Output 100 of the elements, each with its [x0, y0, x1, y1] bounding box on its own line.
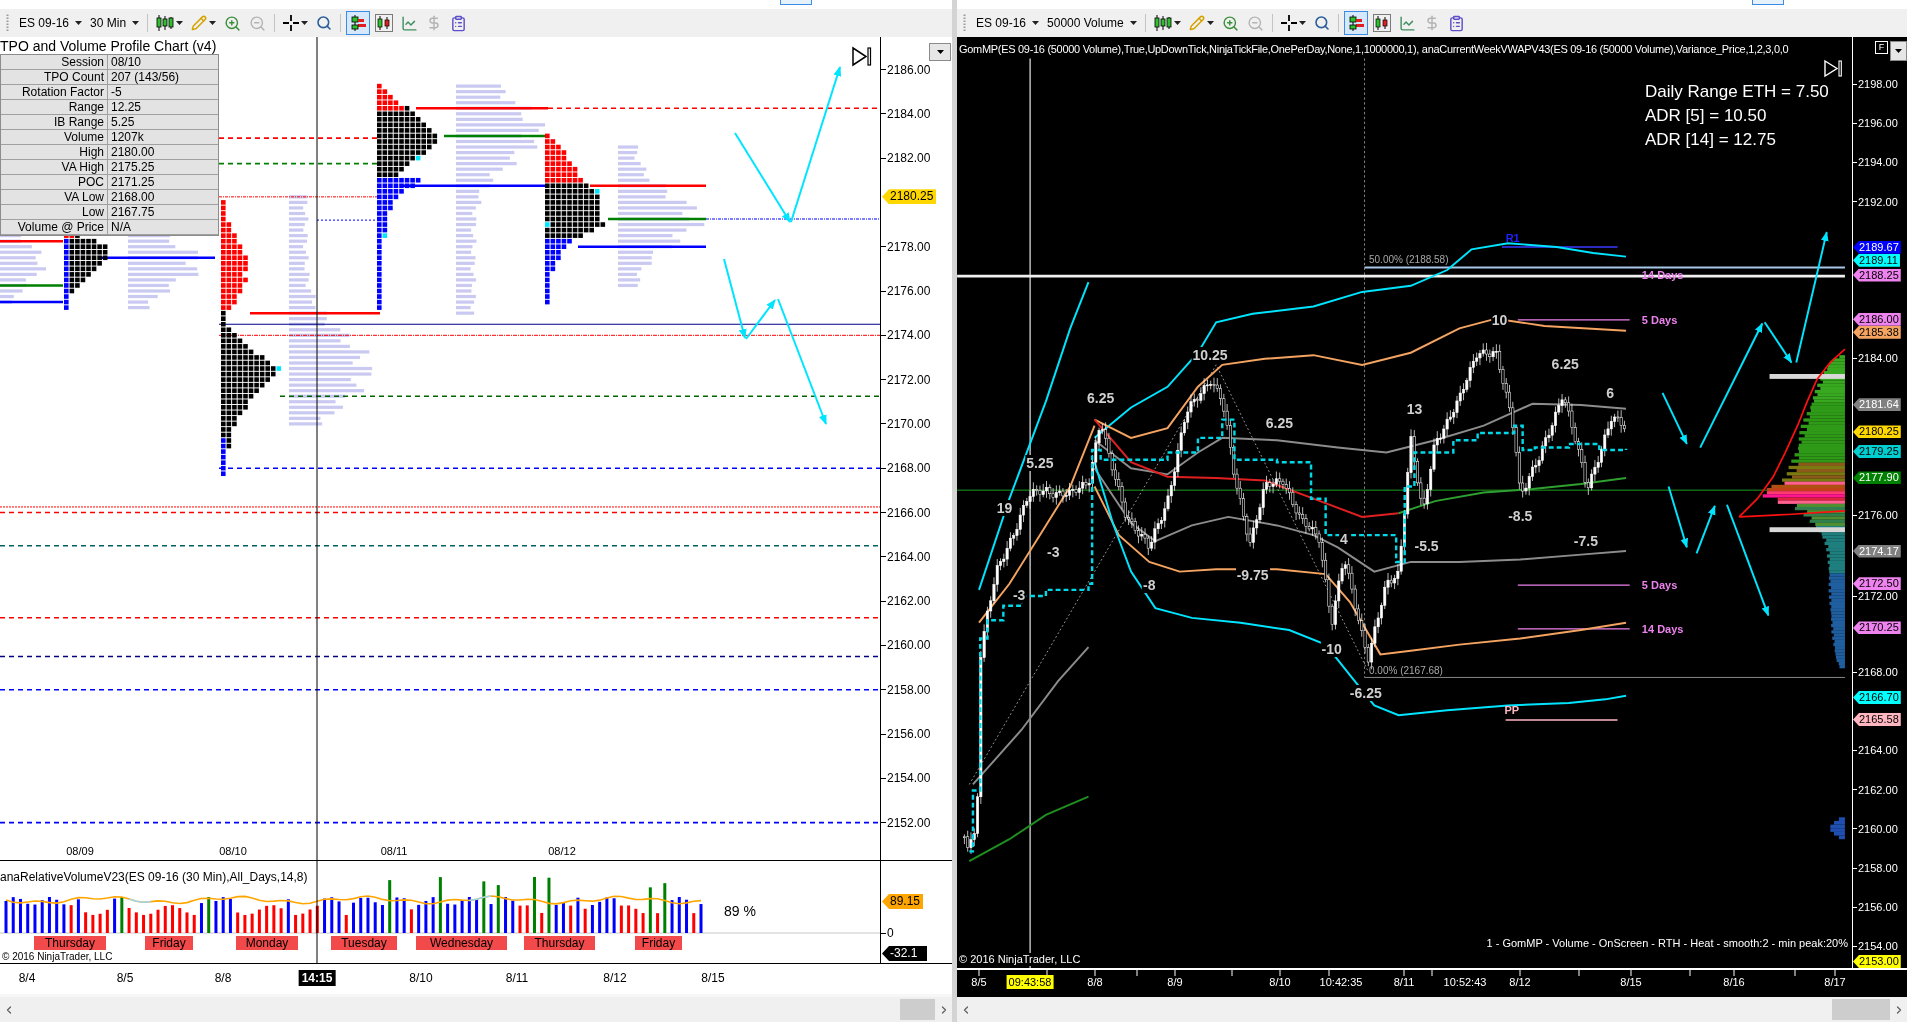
dropdown-button[interactable]	[1890, 41, 1907, 61]
clipboard-icon	[450, 14, 468, 32]
interval-dropdown[interactable]: 50000 Volume	[1044, 12, 1140, 34]
dropdown-button[interactable]	[929, 43, 951, 61]
value-tag: 89.15	[882, 894, 924, 909]
price-tag: 2188.25	[1853, 268, 1901, 282]
price-label: 2172.00	[1858, 590, 1898, 603]
minimize-button[interactable]	[780, 0, 812, 5]
minimize-button[interactable]	[1752, 0, 1784, 5]
stat-label: POC	[1, 175, 108, 190]
zoom-in-icon	[1221, 14, 1239, 32]
search-icon	[1313, 15, 1330, 31]
price-label: 2168.00	[1858, 666, 1898, 678]
price-label: 2186.00	[887, 62, 931, 77]
price-label: 2178.00	[887, 239, 931, 254]
scrollbar-thumb[interactable]	[1832, 999, 1890, 1020]
stat-label: High	[1, 145, 108, 160]
caret-icon	[209, 21, 217, 25]
stat-label: Volume	[1, 130, 108, 145]
price-label: 2184.00	[1858, 352, 1898, 365]
interval-dropdown[interactable]: 30 Min	[87, 12, 143, 34]
line-chart-icon	[1398, 14, 1416, 32]
stat-value: 5.25	[108, 115, 218, 130]
candlestick-icon	[375, 14, 394, 32]
price-label: 2196.00	[1858, 117, 1898, 130]
price-label: 2192.00	[1858, 195, 1898, 208]
chart-trader-button[interactable]	[346, 11, 371, 35]
price-label: 2198.00	[1858, 78, 1898, 90]
caret-icon	[301, 21, 309, 25]
caret-icon	[1173, 21, 1181, 25]
stat-value: 12.25	[108, 100, 218, 115]
stat-value: 2167.75	[108, 205, 218, 220]
stat-value: 2180.00	[108, 145, 218, 160]
time-label: 8/12	[603, 971, 627, 985]
session-date: 08/09	[66, 845, 94, 857]
chart-trader-button[interactable]	[1343, 11, 1368, 35]
price-label: 2154.00	[1858, 940, 1898, 953]
grip-icon	[6, 14, 9, 32]
price-label: 2160.00	[887, 638, 931, 653]
caret-icon	[176, 21, 184, 25]
price-label: 2154.00	[887, 771, 931, 786]
price-tag: 2185.38	[1853, 325, 1901, 339]
stat-label: TPO Count	[1, 70, 108, 85]
time-label: 8/15	[701, 971, 725, 985]
price-tag: 2174.17	[1853, 544, 1901, 558]
stat-label: VA Low	[1, 190, 108, 205]
price-label: 2174.00	[887, 328, 931, 343]
price-label: 2164.00	[1858, 744, 1898, 757]
price-label: 2162.00	[1858, 783, 1898, 796]
stat-value: 2171.25	[108, 175, 218, 190]
price-label: 2166.00	[887, 505, 931, 520]
price-tag: 2153.00	[1853, 955, 1901, 968]
line-chart-icon	[401, 14, 419, 32]
time-label: 8/17	[1824, 976, 1846, 989]
candlestick-icon	[156, 14, 175, 32]
chart-title: TPO and Volume Profile Chart (v4)	[0, 38, 217, 54]
stat-value: -5	[108, 85, 218, 100]
price-tag: 2177.90	[1853, 471, 1901, 485]
stat-value: N/A	[108, 220, 218, 235]
time-label: 10:42:35	[1319, 976, 1363, 989]
skip-forward-icon[interactable]	[851, 46, 872, 67]
zoom-out-icon	[249, 14, 267, 32]
caret-icon	[1206, 21, 1214, 25]
stat-label: IB Range	[1, 115, 108, 130]
corner-button[interactable]: F	[1875, 41, 1888, 54]
candlestick-icon	[1153, 14, 1172, 32]
price-tag: 2179.25	[1853, 445, 1901, 458]
bar-chart-icon	[349, 14, 368, 32]
price-label: 2156.00	[1858, 901, 1898, 914]
session-date: 08/12	[548, 845, 576, 857]
price-label: 2158.00	[887, 682, 931, 697]
crosshair-icon	[283, 15, 300, 31]
time-label: 8/5	[971, 976, 987, 989]
price-label: 2170.00	[887, 416, 931, 431]
horizontal-scrollbar[interactable]	[957, 994, 1907, 1022]
caret-icon	[1032, 21, 1040, 25]
scrollbar-thumb[interactable]	[900, 999, 935, 1020]
price-tag: 2172.50	[1853, 577, 1901, 591]
price-tag: 2189.11	[1853, 253, 1900, 267]
stat-value: 08/10	[108, 55, 218, 70]
price-label: 2176.00	[1858, 509, 1898, 522]
instrument-dropdown[interactable]: ES 09-16	[973, 12, 1043, 34]
stat-value: 207 (143/56)	[108, 70, 218, 85]
price-tag: 2180.25	[1853, 425, 1901, 439]
bar-chart-icon	[1346, 14, 1365, 32]
time-label: 8/12	[1509, 976, 1531, 989]
cursor-value-tag: -32.1	[882, 946, 928, 961]
stat-value: 1207k	[108, 130, 218, 145]
cursor-time-label: 09:43:58	[1006, 975, 1054, 989]
price-label: 2184.00	[887, 106, 931, 121]
price-label: 2182.00	[887, 151, 931, 166]
price-label: 2194.00	[1858, 156, 1898, 169]
price-tag: 2189.67	[1853, 240, 1901, 254]
time-label: 8/10	[1269, 976, 1291, 989]
stat-label: VA High	[1, 160, 108, 175]
caret-icon	[132, 21, 140, 25]
instrument-dropdown[interactable]: ES 09-16	[16, 12, 86, 34]
caret-icon	[936, 50, 944, 54]
time-label: 8/15	[1620, 976, 1642, 989]
stat-value: 2168.00	[108, 190, 218, 205]
